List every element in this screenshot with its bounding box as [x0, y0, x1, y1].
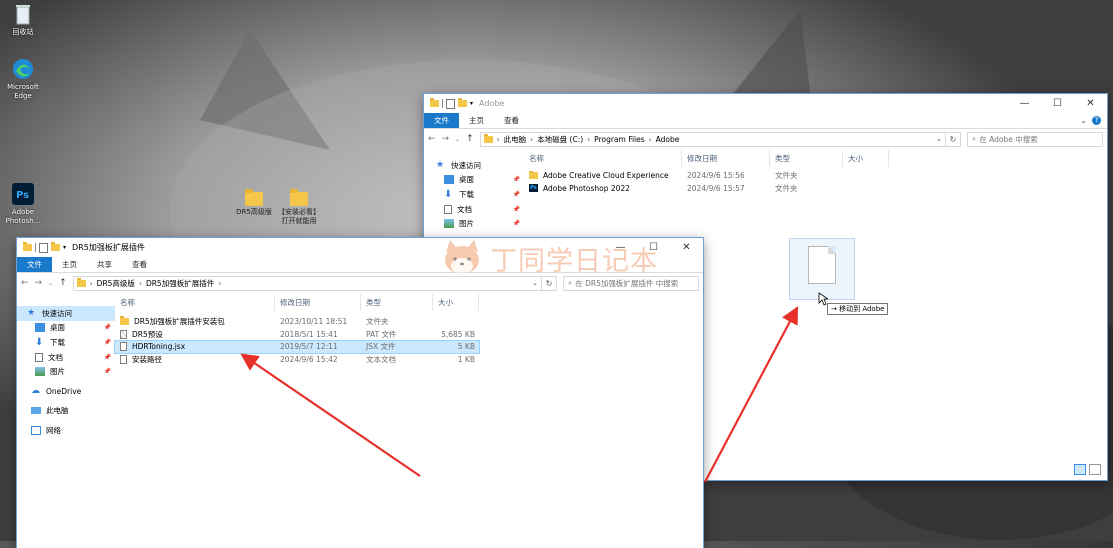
red-arrow-to-jsx — [240, 353, 421, 477]
red-arrow-to-drop — [704, 306, 799, 483]
annotation-arrows — [240, 306, 799, 483]
